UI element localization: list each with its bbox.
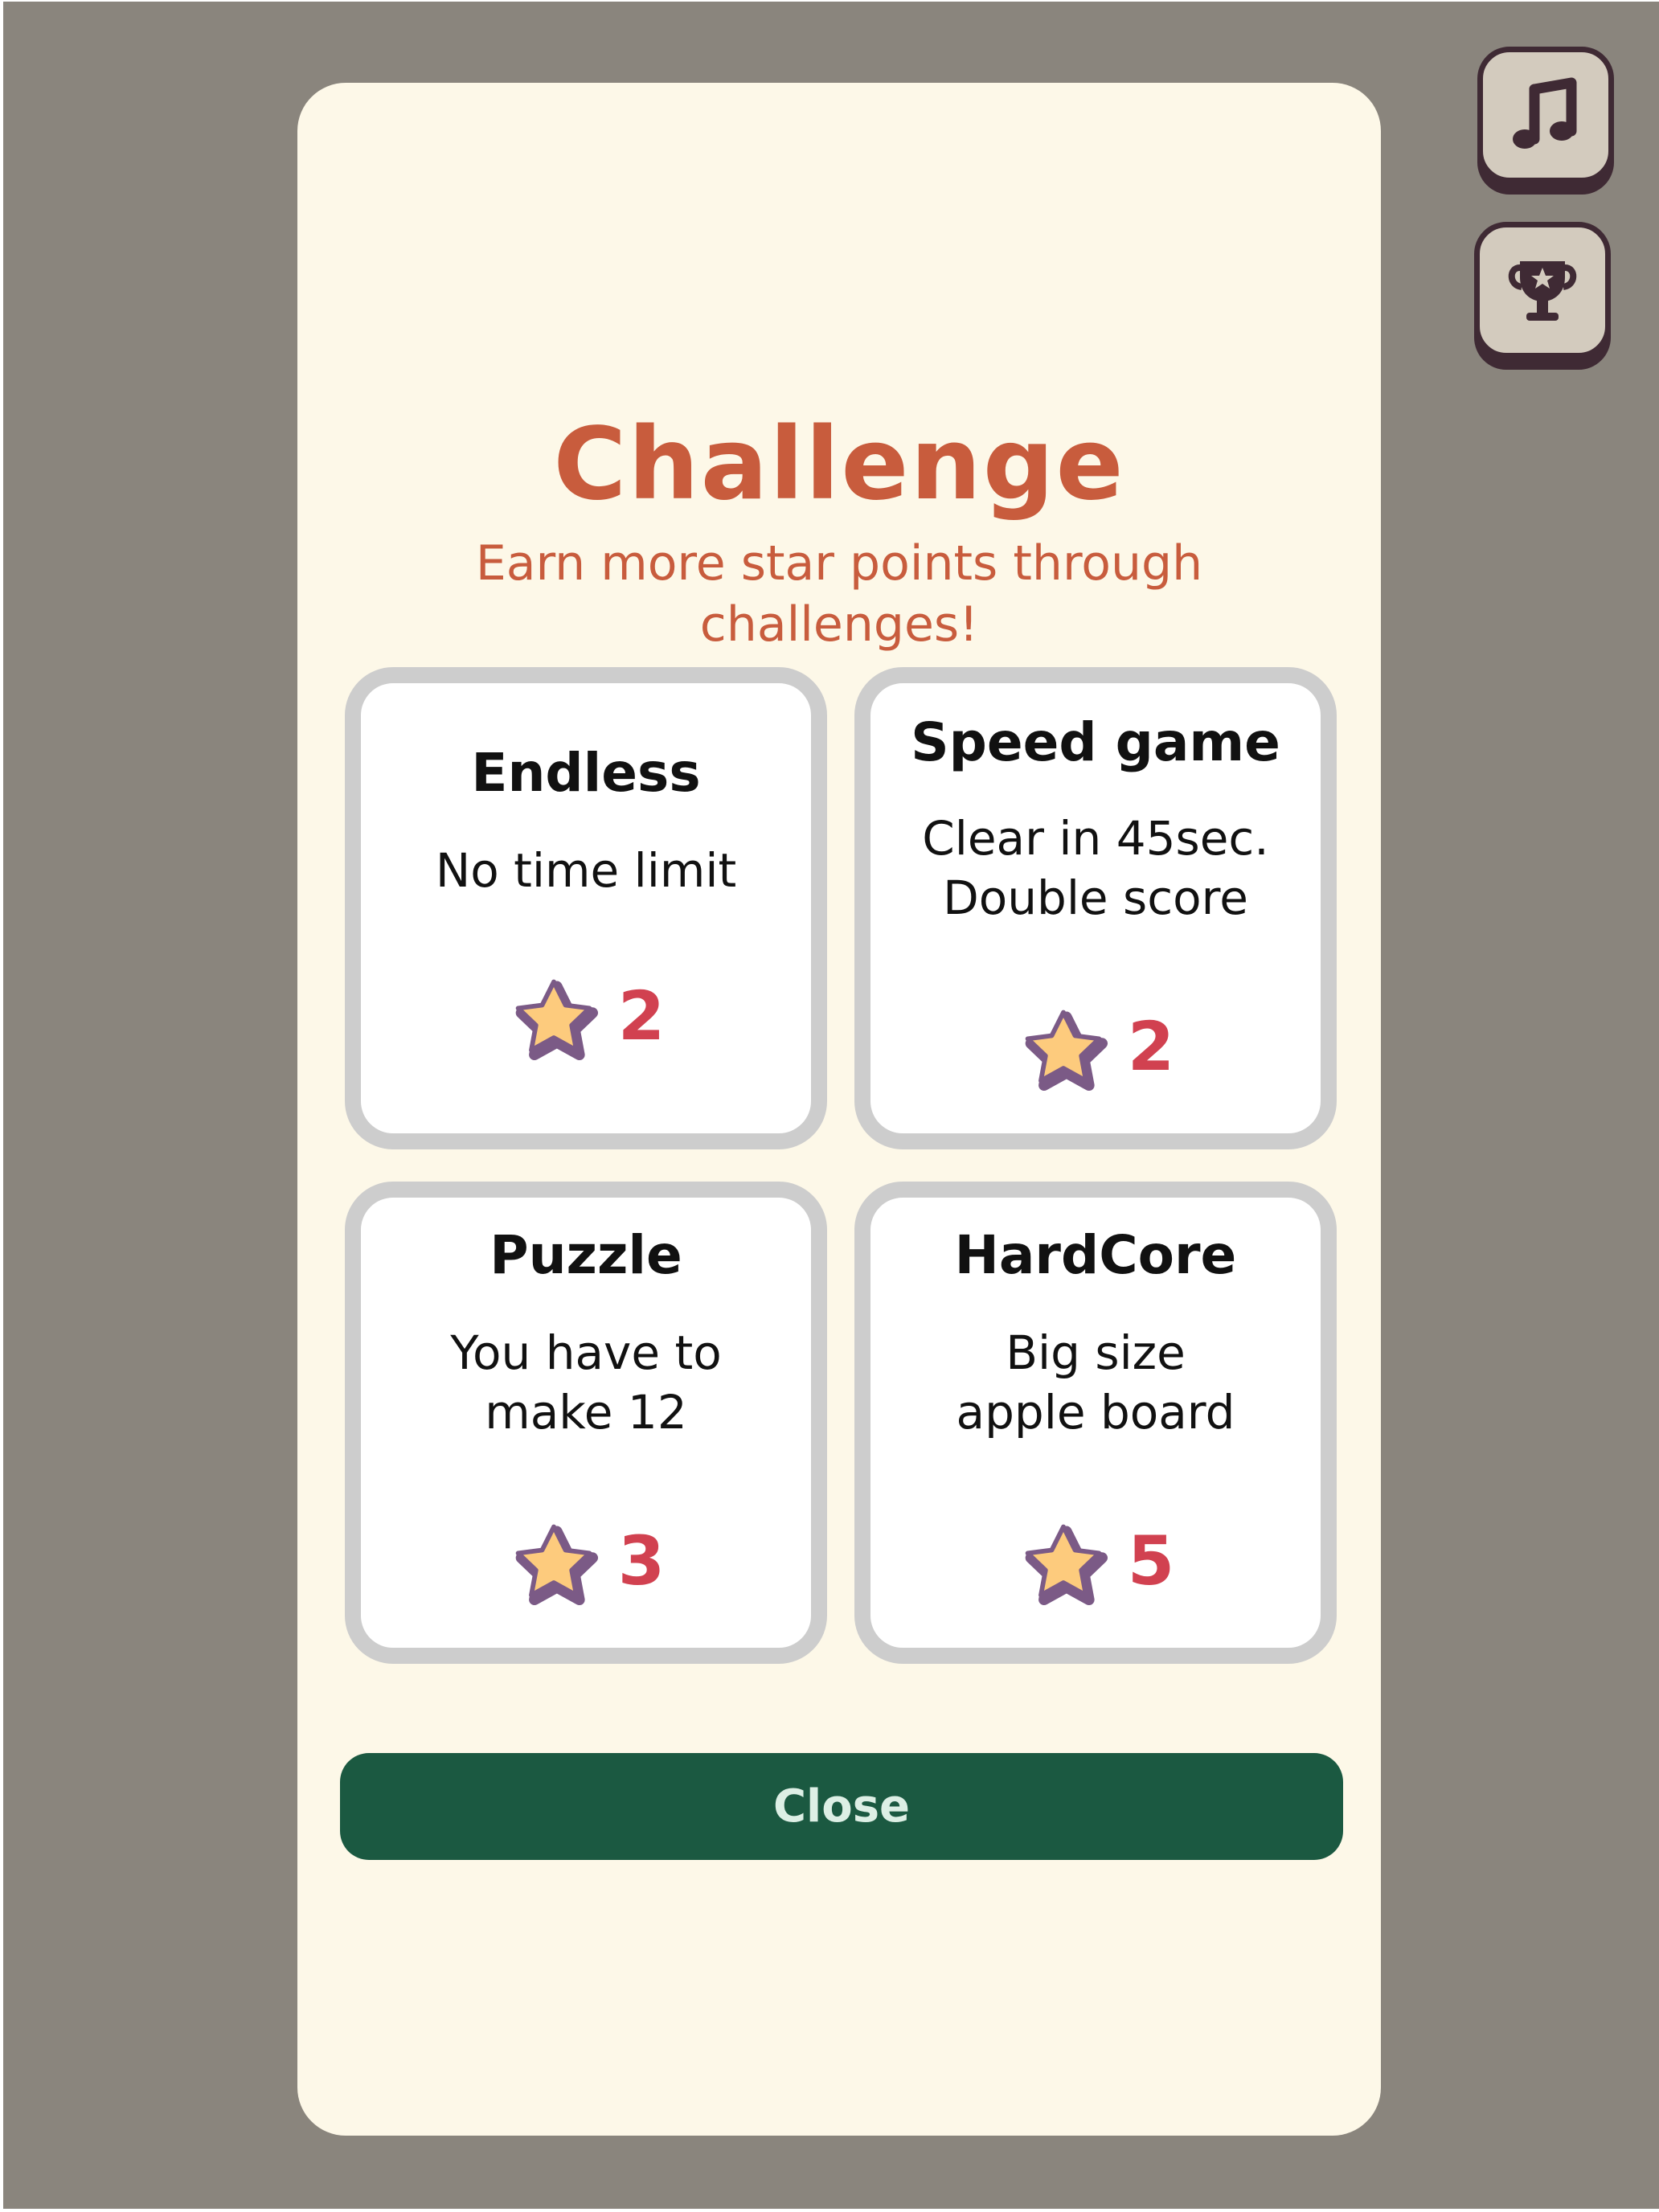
challenge-description: Clear in 45sec. Double score	[922, 811, 1269, 925]
trophy-icon	[1508, 261, 1577, 321]
challenge-title: Speed game	[911, 711, 1280, 773]
challenge-card-endless[interactable]: Endless No time limit 2	[345, 667, 827, 1149]
challenge-reward: 2	[361, 968, 811, 1064]
challenge-title: HardCore	[954, 1224, 1237, 1286]
challenge-description: You have to make 12	[450, 1325, 722, 1440]
challenge-card-hardcore[interactable]: HardCore Big size apple board 5	[854, 1182, 1337, 1664]
star-icon	[1025, 1010, 1108, 1092]
reward-value: 5	[1127, 1522, 1175, 1600]
close-button[interactable]: Close	[340, 1753, 1343, 1860]
challenge-description: No time limit	[435, 843, 737, 898]
screen-edge-bottom	[0, 2209, 1659, 2212]
reward-value: 3	[617, 1522, 666, 1600]
challenge-modal: Challenge Earn more star points through …	[297, 83, 1381, 2136]
star-icon	[515, 1524, 598, 1606]
screen-edge-left	[0, 0, 3, 2212]
reward-value: 2	[617, 977, 666, 1055]
challenge-description: Big size apple board	[956, 1325, 1235, 1440]
challenge-reward: 3	[361, 1513, 811, 1609]
music-note-icon	[1513, 77, 1577, 149]
challenge-card-speed-game[interactable]: Speed game Clear in 45sec. Double score …	[854, 667, 1337, 1149]
challenge-reward: 5	[870, 1513, 1321, 1609]
reward-value: 2	[1127, 1007, 1175, 1086]
trophy-button[interactable]	[1474, 222, 1611, 358]
challenge-title: Endless	[471, 742, 701, 804]
star-icon	[515, 979, 598, 1061]
modal-subtitle: Earn more star points through challenges…	[475, 535, 1203, 653]
challenge-reward: 2	[870, 998, 1321, 1095]
challenge-title: Puzzle	[490, 1224, 682, 1286]
music-button[interactable]	[1477, 47, 1614, 183]
screen-edge-top	[0, 0, 1659, 2]
star-icon	[1025, 1524, 1108, 1606]
challenge-card-puzzle[interactable]: Puzzle You have to make 12 3	[345, 1182, 827, 1664]
